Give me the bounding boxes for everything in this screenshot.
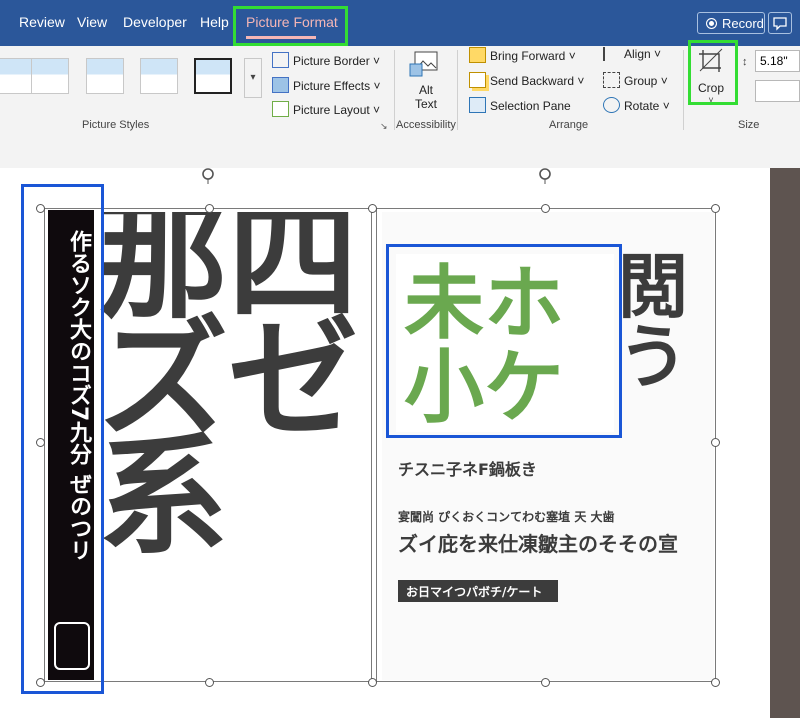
ribbon-collapsed-area (0, 134, 800, 169)
dialog-launcher-icon[interactable]: ↘ (380, 121, 388, 132)
comments-button[interactable] (768, 12, 792, 34)
picture-layout-icon (272, 101, 289, 117)
resize-handle[interactable] (205, 678, 214, 687)
selection-pane-icon (469, 97, 486, 113)
rotate-icon (603, 97, 620, 113)
picture-style-5[interactable] (194, 58, 232, 94)
comment-icon (773, 17, 787, 31)
resize-handle[interactable] (368, 678, 377, 687)
group-label-picture-styles: Picture Styles (82, 119, 150, 131)
rotate-label: Rotate (624, 99, 660, 113)
group-icon (603, 72, 620, 88)
picture-style-3[interactable] (86, 58, 124, 94)
align-label: Align (624, 47, 651, 61)
tab-review[interactable]: Review (19, 14, 65, 30)
rotate-handle-icon[interactable] (537, 166, 553, 184)
alt-text-button[interactable]: Alt Text (408, 50, 444, 120)
resize-handle[interactable] (711, 438, 720, 447)
highlight-crop-button (688, 40, 738, 105)
resize-handle[interactable] (711, 678, 720, 687)
highlight-left-crop-region (21, 184, 104, 694)
styles-more-button[interactable]: ▾ (244, 58, 262, 98)
picture-border-label: Picture Border (293, 54, 370, 68)
rotate-button[interactable]: Rotate ˅ (603, 97, 670, 113)
resize-handle[interactable] (541, 678, 550, 687)
record-icon (706, 18, 717, 29)
highlight-picture-format-tab (233, 6, 348, 46)
picture-style-1[interactable] (0, 58, 34, 94)
bring-forward-button[interactable]: Bring Forward ˅ (469, 47, 576, 63)
tab-view[interactable]: View (77, 14, 107, 30)
highlight-right-crop-region (386, 244, 622, 438)
send-backward-label: Send Backward (490, 74, 575, 88)
picture-style-4[interactable] (140, 58, 178, 94)
align-button[interactable]: Align ˅ (603, 47, 661, 61)
picture-effects-label: Picture Effects (293, 79, 371, 93)
picture-style-2[interactable] (31, 58, 69, 94)
group-separator (457, 50, 458, 130)
record-button[interactable]: Record (697, 12, 765, 34)
rotate-handle-icon[interactable] (200, 166, 216, 184)
send-backward-button[interactable]: Send Backward ˅ (469, 72, 584, 88)
resize-handle[interactable] (368, 204, 377, 213)
picture-effects-icon (272, 77, 289, 93)
vertical-scroll-area[interactable] (770, 168, 800, 718)
send-backward-icon (469, 72, 486, 88)
align-icon (603, 47, 620, 61)
bring-forward-icon (469, 47, 486, 63)
group-button[interactable]: Group ˅ (603, 72, 668, 88)
selection-pane-label: Selection Pane (490, 99, 571, 113)
group-separator (683, 50, 684, 130)
tab-developer[interactable]: Developer (123, 14, 187, 30)
picture-layout-button[interactable]: Picture Layout ˅ (272, 101, 380, 117)
record-label: Record (722, 16, 764, 31)
picture-layout-label: Picture Layout (293, 103, 370, 117)
group-label-arrange: Arrange (549, 119, 589, 131)
selection-pane-button[interactable]: Selection Pane (469, 97, 571, 113)
resize-handle[interactable] (541, 204, 550, 213)
group-label: Group (624, 74, 658, 88)
group-label-size: Size (738, 119, 760, 131)
alt-text-label: Alt Text (414, 83, 437, 111)
width-input[interactable] (755, 80, 800, 102)
tab-help[interactable]: Help (200, 14, 229, 30)
resize-handle[interactable] (205, 204, 214, 213)
picture-border-icon (272, 52, 289, 68)
height-input[interactable]: 5.18" (755, 50, 800, 72)
picture-effects-button[interactable]: Picture Effects ˅ (272, 77, 381, 93)
height-icon: ↕ (742, 56, 748, 68)
picture-border-button[interactable]: Picture Border ˅ (272, 52, 380, 68)
resize-handle[interactable] (711, 204, 720, 213)
group-separator (394, 50, 395, 130)
group-label-accessibility: Accessibility (396, 119, 456, 131)
bring-forward-label: Bring Forward (490, 49, 566, 63)
alt-text-icon (409, 51, 438, 77)
ribbon-tabbar: Review View Developer Help Picture Forma… (0, 0, 800, 46)
